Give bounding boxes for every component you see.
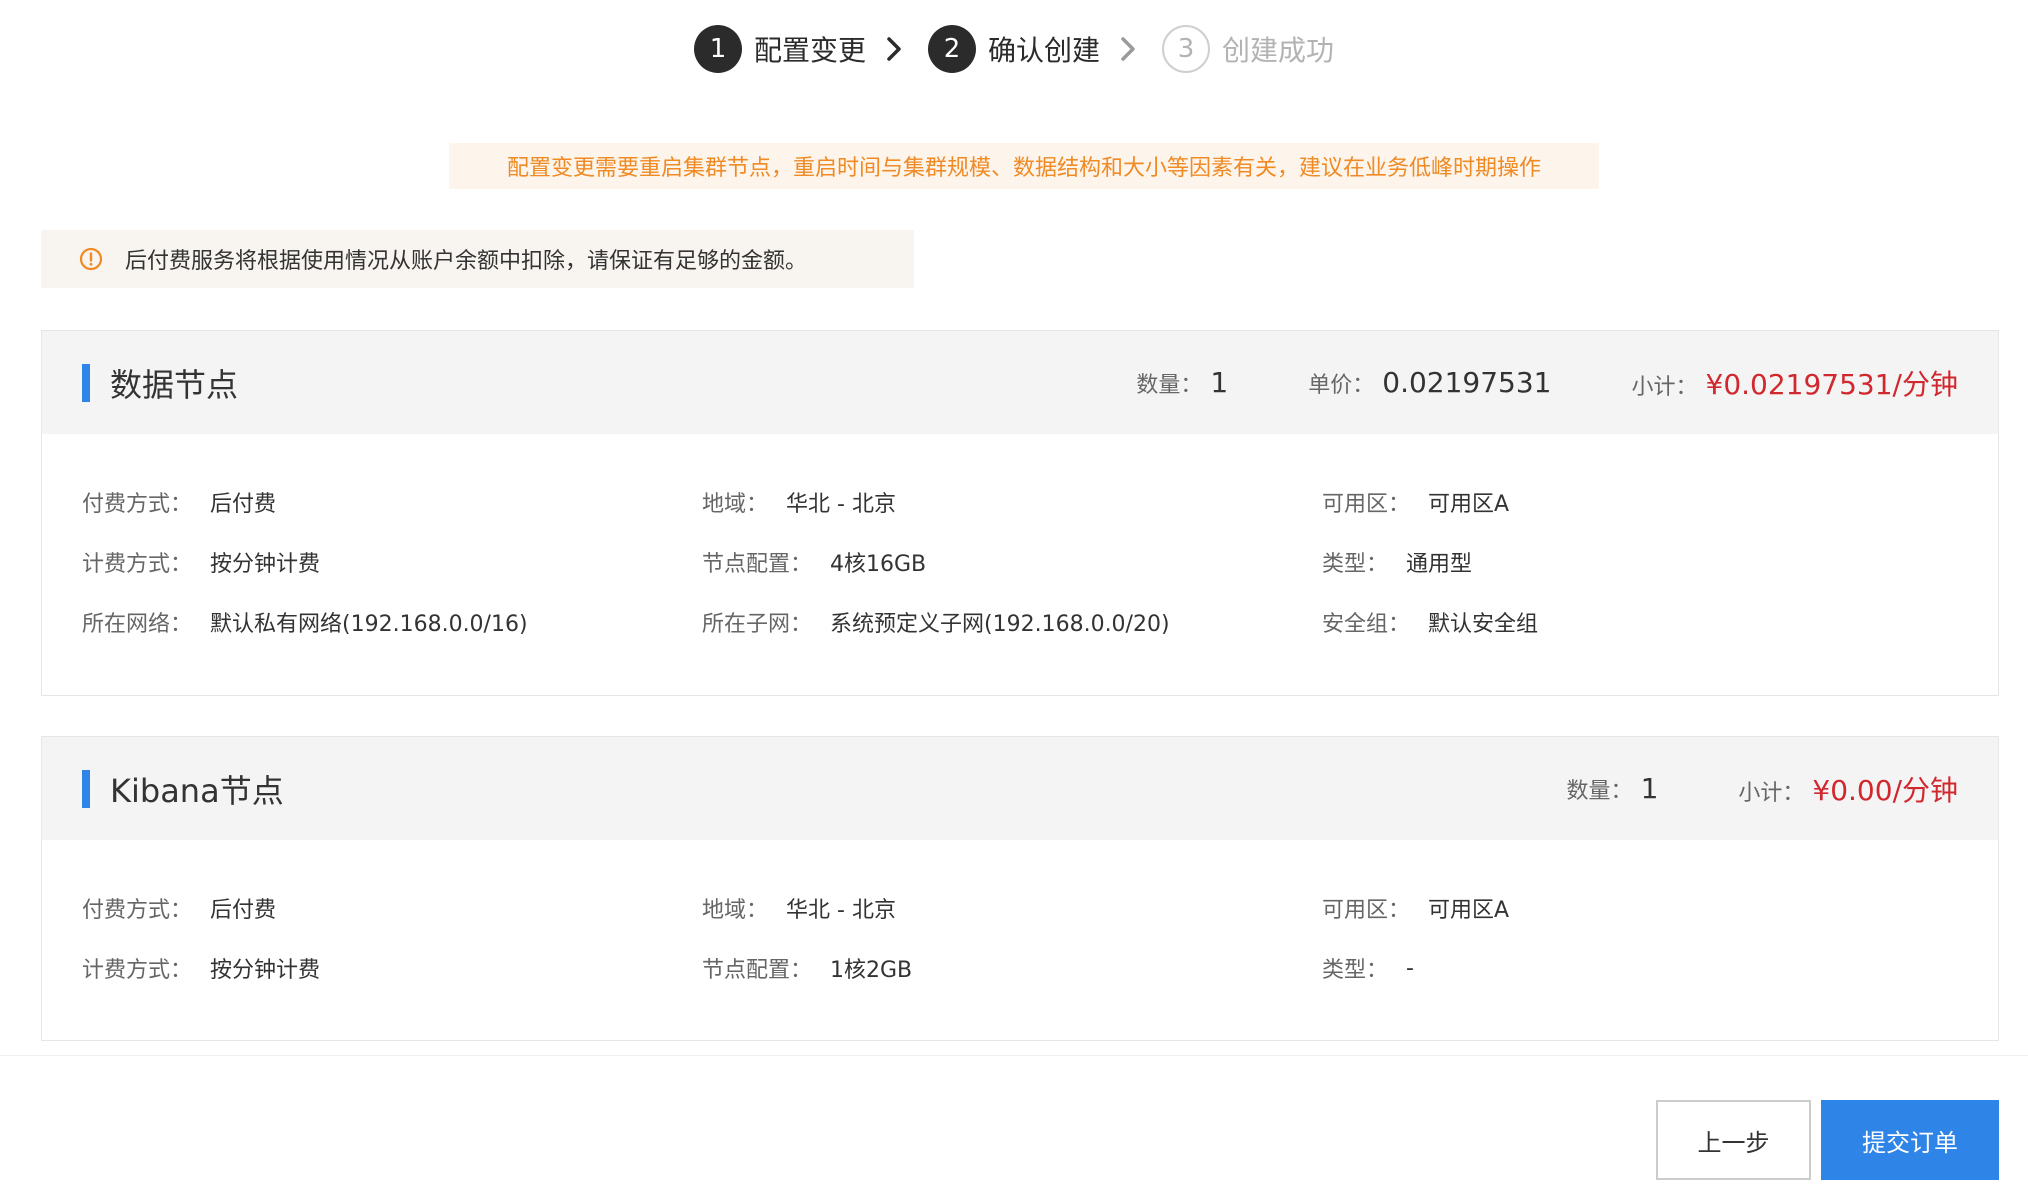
detail-field: 安全组： 默认安全组	[1322, 592, 1942, 652]
field-key: 可用区：	[1322, 492, 1411, 517]
step-3-number: 3	[1162, 25, 1210, 73]
detail-field: 节点配置： 1核2GB	[702, 938, 1322, 998]
kibana-node-stats: 数量： 1 小计： ¥0.00/分钟	[1567, 769, 1958, 809]
quantity-label: 数量：	[1136, 373, 1203, 398]
field-value: 1核2GB	[830, 958, 913, 983]
detail-field: 所在子网： 系统预定义子网(192.168.0.0/20)	[702, 592, 1322, 652]
unit-price-stat: 单价： 0.02197531	[1308, 366, 1551, 399]
field-value: 4核16GB	[830, 552, 927, 577]
step-2-label: 确认创建	[987, 34, 1100, 67]
data-node-details: 付费方式： 后付费 地域： 华北 - 北京 可用区： 可用区A 计费方式： 按分钟计费 …	[42, 434, 1998, 664]
unit-price-value: 0.02197531	[1382, 366, 1552, 399]
field-key: 所在网络：	[82, 612, 193, 637]
subtotal-stat: 小计： ¥0.02197531/分钟	[1632, 363, 1959, 403]
previous-step-button[interactable]: 上一步	[1656, 1100, 1811, 1180]
kibana-node-title: Kibana节点	[110, 771, 284, 810]
field-value: 按分钟计费	[210, 552, 321, 577]
field-value: 按分钟计费	[210, 958, 321, 983]
detail-field: 计费方式： 按分钟计费	[82, 532, 702, 592]
subtotal-value: ¥0.00/分钟	[1812, 773, 1958, 807]
field-value: -	[1406, 955, 1414, 981]
field-key: 付费方式：	[82, 492, 193, 517]
quantity-value: 1	[1210, 366, 1229, 399]
step-3-label: 创建成功	[1222, 34, 1335, 67]
kibana-node-header: Kibana节点 数量： 1 小计： ¥0.00/分钟	[42, 737, 1998, 840]
unit-price-label: 单价：	[1308, 373, 1375, 398]
field-value: 华北 - 北京	[786, 492, 896, 517]
detail-field: 付费方式： 后付费	[82, 878, 702, 938]
field-value: 华北 - 北京	[786, 898, 896, 923]
chevron-right-icon	[886, 36, 902, 62]
field-key: 安全组：	[1322, 612, 1411, 637]
step-1-label: 配置变更	[753, 34, 866, 67]
field-key: 节点配置：	[702, 958, 813, 983]
field-key: 类型：	[1322, 552, 1389, 577]
restart-warning-banner: 配置变更需要重启集群节点，重启时间与集群规模、数据结构和大小等因素有关，建议在业…	[449, 143, 1599, 189]
detail-field: 可用区： 可用区A	[1322, 878, 1942, 938]
field-value: 默认安全组	[1428, 612, 1539, 637]
field-key: 地域：	[702, 898, 769, 923]
detail-field: 类型： 通用型	[1322, 532, 1942, 592]
step-1: 1 配置变更	[693, 25, 866, 73]
field-value: 可用区A	[1428, 492, 1510, 517]
data-node-title: 数据节点	[110, 365, 239, 404]
field-value: 后付费	[210, 492, 277, 517]
data-node-stats: 数量： 1 单价： 0.02197531 小计： ¥0.02197531/分钟	[1136, 363, 1958, 403]
field-key: 可用区：	[1322, 898, 1411, 923]
field-key: 计费方式：	[82, 958, 193, 983]
field-value: 通用型	[1406, 552, 1473, 577]
detail-field: 地域： 华北 - 北京	[702, 472, 1322, 532]
kibana-node-card: Kibana节点 数量： 1 小计： ¥0.00/分钟 付费方式： 后付费 地域：…	[41, 736, 1999, 1041]
quantity-stat: 数量： 1	[1136, 366, 1228, 399]
quantity-stat: 数量： 1	[1567, 772, 1659, 805]
kibana-node-details: 付费方式： 后付费 地域： 华北 - 北京 可用区： 可用区A 计费方式： 按分钟计费 …	[42, 840, 1998, 1010]
exclamation-circle-icon	[79, 247, 103, 271]
step-progress: 1 配置变更 2 确认创建 3 创建成功	[0, 22, 2028, 76]
field-key: 节点配置：	[702, 552, 813, 577]
field-key: 地域：	[702, 492, 769, 517]
field-key: 付费方式：	[82, 898, 193, 923]
info-text: 后付费服务将根据使用情况从账户余额中扣除，请保证有足够的金额。	[125, 249, 808, 274]
subtotal-label: 小计：	[1631, 374, 1698, 400]
step-2: 2 确认创建	[927, 25, 1100, 73]
subtotal-label: 小计：	[1738, 780, 1805, 806]
accent-bar	[82, 363, 90, 402]
detail-field: 计费方式： 按分钟计费	[82, 938, 702, 998]
chevron-right-icon	[1120, 36, 1136, 62]
subtotal-value: ¥0.02197531/分钟	[1705, 367, 1958, 401]
field-key: 所在子网：	[702, 612, 813, 637]
detail-field: 可用区： 可用区A	[1322, 472, 1942, 532]
accent-bar	[82, 769, 90, 808]
field-key: 计费方式：	[82, 552, 193, 577]
field-value: 默认私有网络(192.168.0.0/16)	[210, 612, 528, 637]
step-2-number: 2	[927, 25, 976, 73]
quantity-value: 1	[1640, 772, 1659, 805]
detail-field: 所在网络： 默认私有网络(192.168.0.0/16)	[82, 592, 702, 652]
postpaid-info-banner: 后付费服务将根据使用情况从账户余额中扣除，请保证有足够的金额。	[41, 230, 914, 288]
field-value: 后付费	[210, 898, 277, 923]
detail-field: 类型： -	[1322, 938, 1942, 998]
action-footer: 上一步 提交订单	[0, 1055, 2028, 1190]
field-key: 类型：	[1322, 958, 1389, 983]
field-value: 可用区A	[1428, 898, 1510, 923]
detail-field: 节点配置： 4核16GB	[702, 532, 1322, 592]
detail-field: 地域： 华北 - 北京	[702, 878, 1322, 938]
subtotal-stat: 小计： ¥0.00/分钟	[1738, 769, 1958, 809]
field-value: 系统预定义子网(192.168.0.0/20)	[830, 612, 1170, 637]
quantity-label: 数量：	[1566, 779, 1633, 804]
step-3: 3 创建成功	[1162, 25, 1334, 73]
detail-field: 付费方式： 后付费	[82, 472, 702, 532]
submit-order-button[interactable]: 提交订单	[1821, 1100, 1999, 1180]
data-node-card: 数据节点 数量： 1 单价： 0.02197531 小计： ¥0.0219753…	[41, 330, 1999, 696]
step-1-number: 1	[693, 25, 742, 73]
data-node-header: 数据节点 数量： 1 单价： 0.02197531 小计： ¥0.0219753…	[42, 331, 1998, 434]
